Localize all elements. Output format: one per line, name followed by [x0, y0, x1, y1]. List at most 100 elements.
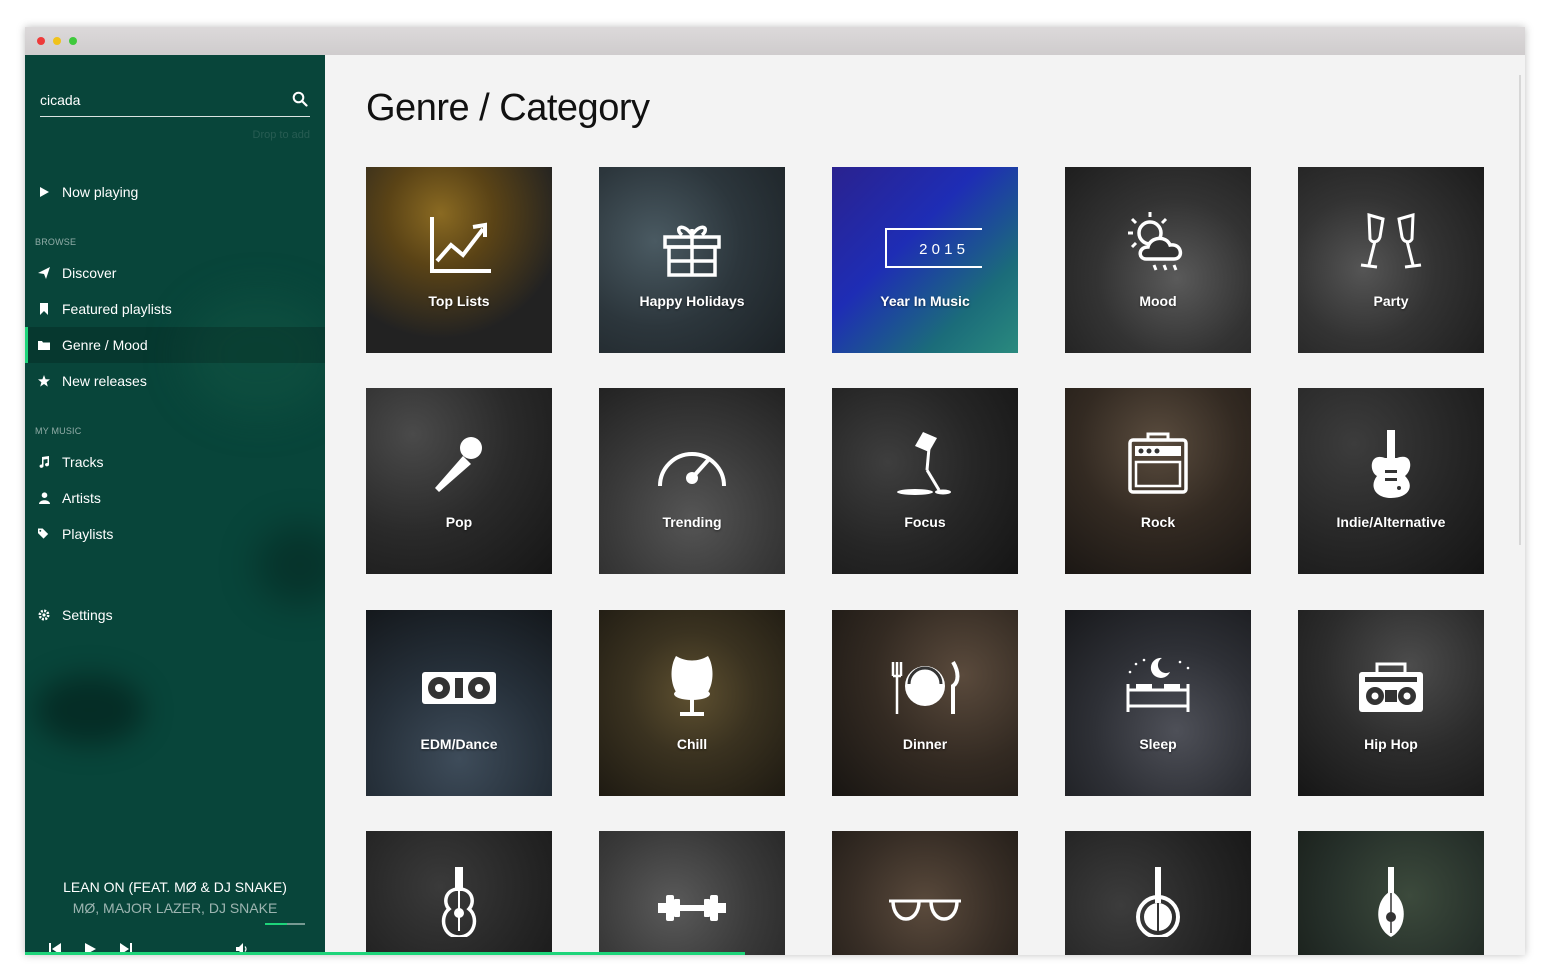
tile-label: Party — [1373, 293, 1409, 309]
category-tile-year-in-music[interactable]: 2 0 1 5 Year In Music — [832, 167, 1018, 353]
user-icon — [38, 492, 50, 504]
nav-tracks[interactable]: Tracks — [25, 444, 325, 480]
track-progress-bar[interactable] — [25, 952, 1525, 955]
gift-icon — [663, 225, 721, 277]
tile-label: Pop — [445, 514, 473, 530]
minimize-window-button[interactable] — [53, 37, 61, 45]
nav-label: Featured playlists — [62, 301, 172, 317]
search-bar — [40, 87, 310, 117]
gauge-icon — [658, 452, 726, 487]
music-note-icon — [38, 456, 50, 468]
category-tile-mandolin[interactable] — [1298, 831, 1484, 955]
nav-label: Now playing — [62, 184, 139, 200]
bookmark-icon — [38, 303, 50, 315]
maximize-window-button[interactable] — [69, 37, 77, 45]
category-tile-mood[interactable]: Mood — [1065, 167, 1251, 353]
sidebar: Drop to add Now playing BROWSE Discover … — [25, 55, 325, 955]
tile-label: Top Lists — [428, 293, 490, 309]
category-tile-chill[interactable]: Chill — [599, 610, 785, 796]
tile-label: Sleep — [1139, 736, 1177, 752]
nav-new-releases[interactable]: New releases — [25, 363, 325, 399]
category-tile-rock[interactable]: Rock — [1065, 388, 1251, 574]
volume-slider[interactable] — [265, 923, 305, 925]
category-tile-top-lists[interactable]: Top Lists — [366, 167, 552, 353]
nav-label: Genre / Mood — [62, 337, 148, 353]
title-bar — [25, 27, 1525, 55]
category-tile-trending[interactable]: Trending — [599, 388, 785, 574]
champagne-icon — [1360, 212, 1422, 269]
track-title: LEAN ON (FEAT. MØ & DJ SNAKE) — [63, 879, 287, 895]
nav-now-playing[interactable]: Now playing — [25, 174, 325, 210]
tile-label: Dinner — [902, 736, 948, 752]
folder-icon — [38, 339, 50, 351]
category-tile-happy-holidays[interactable]: Happy Holidays — [599, 167, 785, 353]
category-tile-sunglasses[interactable] — [832, 831, 1018, 955]
tile-label: Hip Hop — [1364, 736, 1418, 752]
background-blur — [35, 675, 145, 745]
sunglasses-icon — [889, 899, 961, 921]
nav-settings[interactable]: Settings — [25, 597, 325, 633]
search-hint: Drop to add — [252, 129, 310, 141]
category-tile-acoustic[interactable] — [366, 831, 552, 955]
category-tile-indie-alternative[interactable]: Indie/Alternative — [1298, 388, 1484, 574]
weather-icon — [1128, 212, 1183, 271]
nav-genre-mood[interactable]: Genre / Mood — [25, 327, 325, 363]
desk-lamp-icon — [897, 432, 951, 495]
category-tile-edm-dance[interactable]: EDM/Dance — [366, 610, 552, 796]
tile-label: Happy Holidays — [639, 293, 745, 309]
category-tile-dinner[interactable]: Dinner — [832, 610, 1018, 796]
tile-label: Trending — [662, 514, 722, 530]
bed-moon-icon — [1126, 657, 1190, 712]
boombox-icon — [1359, 662, 1423, 712]
track-progress-fill — [25, 952, 745, 955]
electric-guitar-icon — [1371, 430, 1411, 498]
nav-playlists[interactable]: Playlists — [25, 516, 325, 552]
nav-featured-playlists[interactable]: Featured playlists — [25, 291, 325, 327]
mandolin-icon — [1378, 867, 1404, 937]
app-window: Drop to add Now playing BROWSE Discover … — [25, 27, 1525, 955]
nav-artists[interactable]: Artists — [25, 480, 325, 516]
my-music-section-header: MY MUSIC — [35, 426, 82, 436]
tile-label: Year In Music — [880, 293, 970, 309]
category-tile-party[interactable]: Party — [1298, 167, 1484, 353]
tile-label: Indie/Alternative — [1336, 514, 1446, 530]
tile-label: Focus — [904, 514, 946, 530]
play-icon — [38, 186, 50, 198]
amplifier-icon — [1128, 432, 1188, 494]
acoustic-guitar-icon — [441, 867, 477, 937]
page-title: Genre / Category — [366, 87, 650, 129]
nav-label: New releases — [62, 373, 147, 389]
scrollbar[interactable] — [1519, 75, 1521, 545]
volume-level — [265, 923, 287, 925]
tags-icon — [38, 528, 50, 540]
microphone-icon — [435, 437, 482, 492]
tile-label: EDM/Dance — [420, 736, 498, 752]
nav-label: Discover — [62, 265, 117, 281]
browse-section-header: BROWSE — [35, 237, 77, 247]
category-tile-hip-hop[interactable]: Hip Hop — [1298, 610, 1484, 796]
category-tile-focus[interactable]: Focus — [832, 388, 1018, 574]
nav-label: Tracks — [62, 454, 104, 470]
gear-icon — [38, 609, 50, 621]
tile-label: Chill — [676, 736, 708, 752]
svg-text:2 0 1 5: 2 0 1 5 — [919, 241, 965, 258]
nav-label: Playlists — [62, 526, 114, 542]
plate-cutlery-icon — [891, 660, 960, 714]
track-artist: MØ, MAJOR LAZER, DJ SNAKE — [72, 900, 278, 916]
search-icon[interactable] — [292, 91, 308, 107]
nav-label: Artists — [62, 490, 101, 506]
category-tile-pop[interactable]: Pop — [366, 388, 552, 574]
search-input[interactable] — [40, 87, 280, 113]
category-tile-sleep[interactable]: Sleep — [1065, 610, 1251, 796]
category-tile-workout[interactable] — [599, 831, 785, 955]
nav-discover[interactable]: Discover — [25, 255, 325, 291]
star-icon — [38, 375, 50, 387]
category-tile-banjo[interactable] — [1065, 831, 1251, 955]
close-window-button[interactable] — [37, 37, 45, 45]
nav-label: Settings — [62, 607, 113, 623]
banjo-icon — [1136, 867, 1180, 937]
paper-plane-icon — [38, 267, 50, 279]
dumbbell-icon — [658, 895, 726, 921]
year-badge-icon: 2 0 1 5 — [885, 228, 982, 268]
turntables-icon — [422, 672, 496, 704]
